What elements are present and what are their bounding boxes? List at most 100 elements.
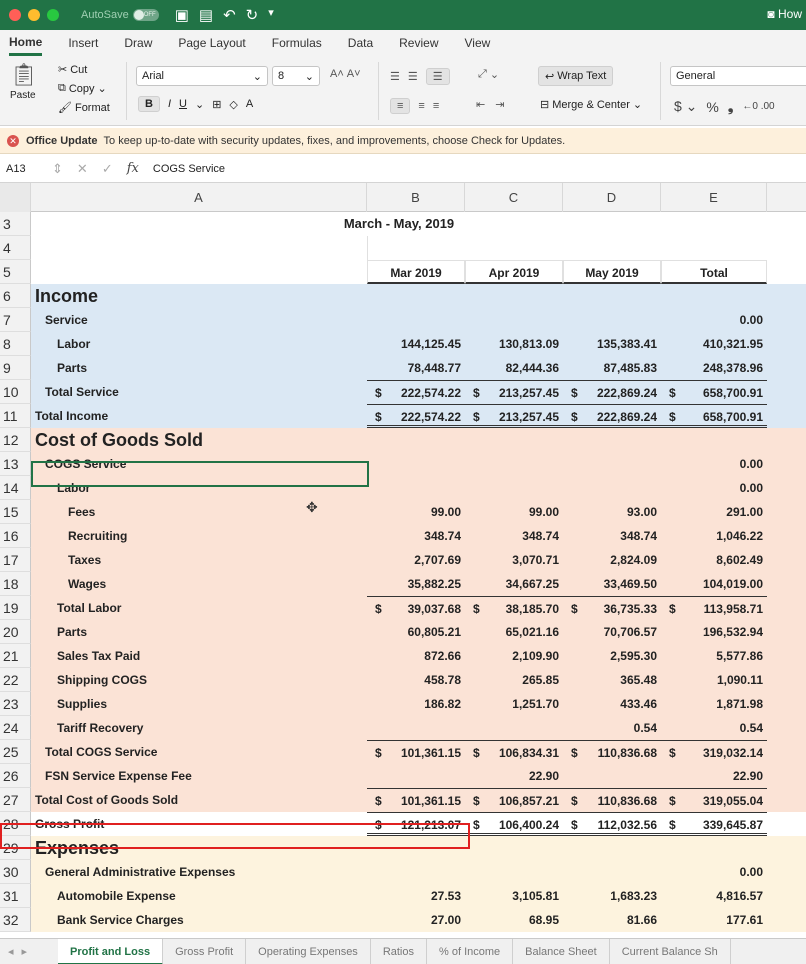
value-cell-c[interactable]: [465, 284, 563, 308]
value-cell-d[interactable]: [563, 452, 661, 476]
undo-icon[interactable]: ↶: [223, 6, 236, 24]
select-all-corner[interactable]: [0, 183, 31, 212]
format-painter-button[interactable]: 🖌︎ Format: [58, 101, 110, 115]
row-number[interactable]: 8: [0, 332, 31, 356]
italic-button[interactable]: I: [168, 98, 171, 110]
row-number[interactable]: 23: [0, 692, 31, 716]
paste-button[interactable]: 📋︎ Paste: [10, 64, 38, 102]
row-number[interactable]: 27: [0, 788, 31, 812]
value-cell-c[interactable]: [465, 716, 563, 740]
value-cell-c[interactable]: 3,070.71: [465, 548, 563, 572]
value-cell-c[interactable]: [465, 428, 563, 452]
value-cell-d[interactable]: [563, 764, 661, 788]
value-cell-c[interactable]: [465, 308, 563, 332]
column-header-e[interactable]: E: [661, 183, 767, 212]
value-cell-d[interactable]: 433.46: [563, 692, 661, 716]
tab-data[interactable]: Data: [348, 30, 373, 56]
value-cell-c[interactable]: 68.95: [465, 908, 563, 932]
row-number[interactable]: 24: [0, 716, 31, 740]
value-cell-d[interactable]: 33,469.50: [563, 572, 661, 596]
value-cell-c[interactable]: $106,834.31: [465, 740, 563, 764]
confirm-edit-icon[interactable]: ✓: [102, 161, 113, 177]
value-cell-b[interactable]: [367, 476, 465, 500]
row-number[interactable]: 11: [0, 404, 31, 428]
value-cell-e[interactable]: $319,055.04: [661, 788, 767, 812]
cut-button[interactable]: ✂ Cut: [58, 63, 87, 77]
sheet-tab-operating-expenses[interactable]: Operating Expenses: [246, 938, 371, 964]
number-format-select[interactable]: General: [670, 66, 806, 86]
autosave-switch[interactable]: OFF: [132, 9, 159, 21]
comma-icon[interactable]: ❟: [728, 98, 734, 115]
value-cell-d[interactable]: 70,706.57: [563, 620, 661, 644]
label-cell[interactable]: Sales Tax Paid: [31, 644, 367, 668]
column-header-b[interactable]: B: [367, 183, 465, 212]
label-cell[interactable]: General Administrative Expenses: [31, 860, 367, 884]
value-cell-b[interactable]: [367, 452, 465, 476]
increase-indent-icon[interactable]: ⇥: [495, 98, 504, 111]
tab-home[interactable]: Home: [9, 30, 43, 56]
value-cell-b[interactable]: $39,037.68: [367, 596, 465, 620]
value-cell-e[interactable]: $658,700.91: [661, 380, 767, 404]
orientation-button[interactable]: ⤢ ⌄: [478, 68, 499, 81]
value-cell-b[interactable]: [367, 764, 465, 788]
value-cell-e[interactable]: 0.00: [661, 476, 767, 500]
close-window-button[interactable]: [9, 9, 21, 21]
label-cell[interactable]: Total Labor: [31, 596, 367, 620]
value-cell-d[interactable]: $36,735.33: [563, 596, 661, 620]
sheet-tab-balance-sheet[interactable]: Balance Sheet: [513, 938, 610, 964]
cancel-edit-icon[interactable]: ✕: [77, 161, 88, 177]
row-number[interactable]: 32: [0, 908, 31, 932]
value-cell-e[interactable]: 5,577.86: [661, 644, 767, 668]
value-cell-e[interactable]: 410,321.95: [661, 332, 767, 356]
label-cell[interactable]: Income: [31, 284, 367, 308]
value-cell-d[interactable]: [563, 308, 661, 332]
value-cell-e[interactable]: [661, 836, 767, 860]
label-cell[interactable]: Labor: [31, 332, 367, 356]
row-number[interactable]: 25: [0, 740, 31, 764]
label-cell[interactable]: Taxes: [31, 548, 367, 572]
value-cell-e[interactable]: $658,700.91: [661, 404, 767, 428]
value-cell-e[interactable]: 177.61: [661, 908, 767, 932]
value-cell-b[interactable]: [367, 284, 465, 308]
value-cell-c[interactable]: 34,667.25: [465, 572, 563, 596]
period-title-cell[interactable]: March - May, 2019: [31, 212, 767, 236]
label-cell[interactable]: Total COGS Service: [31, 740, 367, 764]
row-number[interactable]: 20: [0, 620, 31, 644]
label-cell[interactable]: Parts: [31, 620, 367, 644]
value-cell-d[interactable]: 93.00: [563, 500, 661, 524]
row-number[interactable]: 7: [0, 308, 31, 332]
value-cell-b[interactable]: 348.74: [367, 524, 465, 548]
row-number[interactable]: 14: [0, 476, 31, 500]
value-cell-b[interactable]: 99.00: [367, 500, 465, 524]
value-cell-c[interactable]: $213,257.45: [465, 380, 563, 404]
value-cell-b[interactable]: 78,448.77: [367, 356, 465, 380]
label-cell[interactable]: Total Cost of Goods Sold: [31, 788, 367, 812]
value-cell-c[interactable]: [465, 860, 563, 884]
sheet-view-icon[interactable]: ▣: [175, 6, 189, 24]
sheet-tab-gross-profit[interactable]: Gross Profit: [163, 938, 247, 964]
row-number[interactable]: 6: [0, 284, 31, 308]
value-cell-b[interactable]: [367, 716, 465, 740]
value-cell-b[interactable]: $222,574.22: [367, 404, 465, 428]
row-number[interactable]: 31: [0, 884, 31, 908]
value-cell-c[interactable]: 1,251.70: [465, 692, 563, 716]
value-cell-c[interactable]: 3,105.81: [465, 884, 563, 908]
decrease-indent-icon[interactable]: ⇤: [476, 98, 485, 111]
increase-decimal-icon[interactable]: ←0 .00: [742, 101, 774, 112]
increase-font-icon[interactable]: A˄: [330, 68, 344, 80]
header-cell-apr[interactable]: Apr 2019: [465, 260, 563, 284]
sheet-nav-arrows[interactable]: ◂▸: [0, 945, 58, 958]
value-cell-e[interactable]: $113,958.71: [661, 596, 767, 620]
selected-cell-a13[interactable]: [31, 461, 369, 487]
row-number[interactable]: 15: [0, 500, 31, 524]
row-number[interactable]: 12: [0, 428, 31, 452]
value-cell-c[interactable]: [465, 836, 563, 860]
percent-icon[interactable]: %: [706, 99, 718, 115]
value-cell-d[interactable]: $222,869.24: [563, 380, 661, 404]
name-box[interactable]: A13: [0, 163, 52, 175]
value-cell-b[interactable]: 27.00: [367, 908, 465, 932]
value-cell-e[interactable]: 0.00: [661, 452, 767, 476]
label-cell[interactable]: Total Service: [31, 380, 367, 404]
value-cell-e[interactable]: $339,645.87: [661, 812, 767, 836]
value-cell-d[interactable]: 135,383.41: [563, 332, 661, 356]
